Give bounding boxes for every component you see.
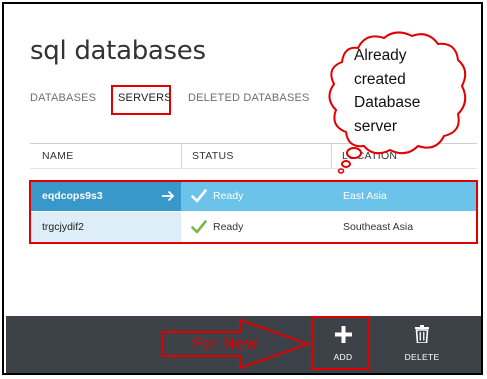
cloud-line: Already xyxy=(354,47,407,64)
column-divider xyxy=(181,144,182,168)
tab-databases[interactable]: DATABASES xyxy=(30,92,96,104)
column-header-status[interactable]: STATUS xyxy=(192,150,234,162)
tab-deleted-databases[interactable]: DELETED DATABASES xyxy=(188,92,310,104)
rows-highlight xyxy=(29,180,478,244)
servers-tab-highlight xyxy=(111,85,171,115)
cloud-line: created xyxy=(354,70,406,88)
column-header-name[interactable]: NAME xyxy=(42,150,74,162)
cloud-callout-text: Already created Database server xyxy=(354,44,454,138)
for-new-annotation: For New xyxy=(193,334,258,353)
page-title: sql databases xyxy=(30,36,206,66)
trash-icon xyxy=(415,325,429,343)
cloud-line: server xyxy=(354,117,398,135)
add-button-highlight xyxy=(311,316,370,370)
cloud-line: Database xyxy=(354,94,421,111)
delete-button[interactable]: DELETE xyxy=(392,316,452,373)
delete-label: DELETE xyxy=(404,352,440,362)
